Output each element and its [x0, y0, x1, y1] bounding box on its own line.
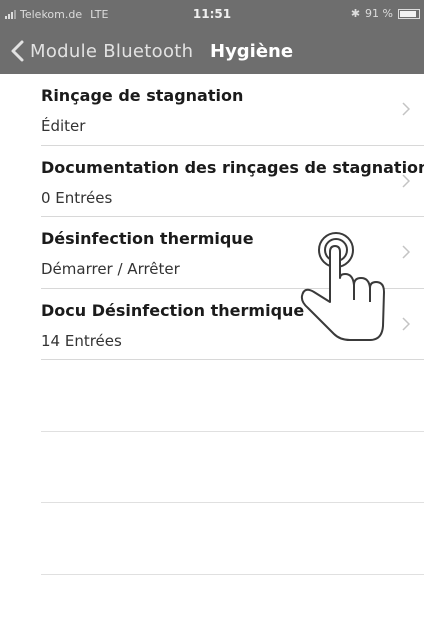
page-title: Hygiène: [210, 41, 294, 62]
tap-hand-icon: [300, 232, 385, 341]
header: Telekom.de LTE 11:51 ✱ 91 % Module Bluet…: [0, 0, 424, 74]
list-item-title: Docu Désinfection thermique: [41, 300, 305, 320]
list-item-title: Rinçage de stagnation: [41, 86, 244, 105]
chevron-right-icon: [402, 245, 410, 259]
status-bar: Telekom.de LTE 11:51 ✱ 91 %: [0, 0, 424, 28]
list-divider: [41, 502, 424, 503]
chevron-right-icon: [402, 102, 410, 116]
battery-icon: [398, 8, 420, 19]
battery-fill: [400, 10, 417, 17]
list-divider: [41, 431, 424, 432]
bluetooth-icon: ✱: [350, 7, 361, 20]
list-item-subtitle: Éditer: [41, 117, 86, 135]
list-item-subtitle: 14 Entrées: [41, 331, 122, 350]
battery-percent: 91 %: [365, 7, 393, 20]
status-right: ✱ 91 %: [351, 7, 420, 20]
back-button[interactable]: Module Bluetooth: [30, 41, 193, 62]
chevron-left-icon[interactable]: [8, 38, 30, 64]
list-item-subtitle: Démarrer / Arrêter: [41, 260, 180, 278]
list-divider: [41, 574, 424, 575]
list-item-title: Documentation des rinçages de stagnation: [41, 157, 424, 177]
list-item-documentation-rincages[interactable]: Documentation des rinçages de stagnation…: [41, 146, 424, 217]
list-item-subtitle: 0 Entrées: [41, 188, 113, 207]
list-item-rincage[interactable]: Rinçage de stagnation Éditer: [41, 74, 424, 146]
chevron-right-icon: [402, 173, 410, 188]
nav-bar: Module Bluetooth Hygiène: [0, 34, 424, 70]
chevron-right-icon: [402, 316, 410, 331]
list-item-title: Désinfection thermique: [41, 229, 254, 248]
